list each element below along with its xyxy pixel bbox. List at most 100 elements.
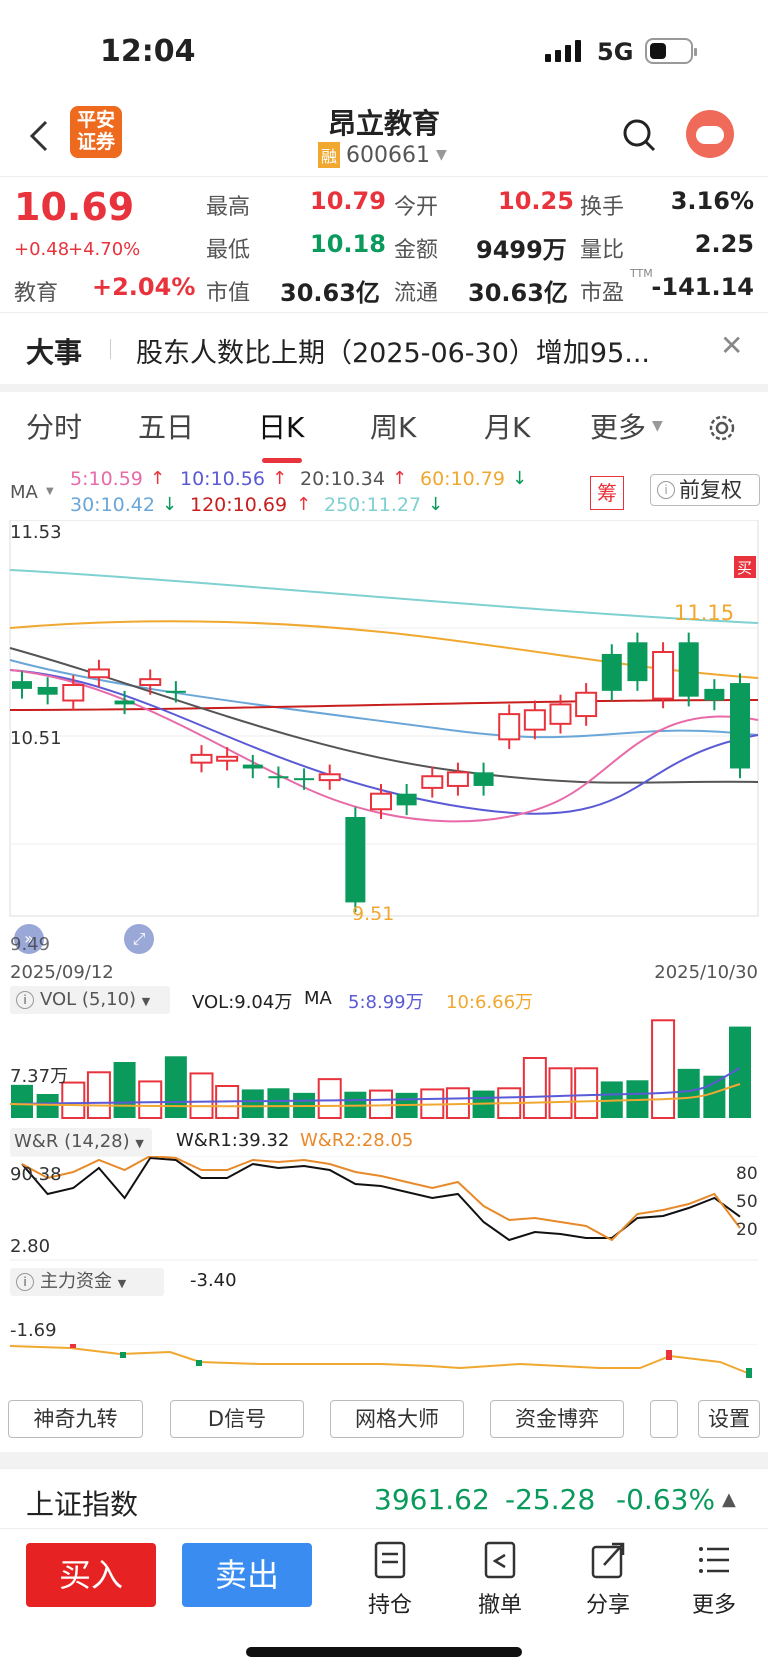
candle: [268, 776, 289, 779]
kline-chart[interactable]: 11.15 9.51 买: [0, 520, 768, 920]
y-axis-mid: 10.51: [10, 728, 62, 749]
more-func-button[interactable]: [650, 1400, 678, 1438]
open-value: 10.25: [498, 187, 574, 215]
float-label: 流通: [394, 281, 439, 306]
wr2-line: [21, 1156, 741, 1242]
candle: [678, 642, 699, 697]
y-axis-bottom: 9.49: [10, 934, 51, 955]
low-label: 最低: [206, 238, 251, 263]
volume-bar: [677, 1068, 700, 1118]
ma250-line: [9, 569, 759, 624]
sector-label: 教育: [14, 281, 59, 306]
wr-ref-50: 50: [736, 1192, 758, 1212]
fund-indicator-selector[interactable]: i 主力资金 ▼: [10, 1268, 164, 1296]
grid-master-button[interactable]: 网格大师: [330, 1400, 464, 1438]
tab-more[interactable]: 更多: [590, 406, 646, 446]
sell-button[interactable]: 卖出: [182, 1543, 312, 1607]
avatar[interactable]: [686, 110, 734, 158]
wr-indicator-selector[interactable]: W&R (14,28) ▼: [10, 1128, 152, 1156]
settings-button[interactable]: 设置: [698, 1400, 760, 1438]
tab-weekly-k[interactable]: 周K: [370, 406, 416, 446]
wr1-line: [21, 1156, 741, 1242]
adjust-button[interactable]: i 前复权: [650, 474, 760, 506]
search-icon[interactable]: [622, 118, 656, 152]
wr-y-top: 90.38: [10, 1164, 62, 1185]
ma-label: MA: [10, 482, 38, 503]
battery-icon: [645, 38, 697, 64]
cancel-order-button[interactable]: 撤单: [470, 1541, 530, 1619]
chevron-down-icon: ▼: [652, 418, 663, 434]
ma10-value: 10:10.56: [180, 468, 265, 490]
high-value: 10.79: [310, 187, 386, 215]
min-price-label: 9.51: [352, 903, 394, 920]
close-icon[interactable]: ✕: [720, 329, 743, 362]
d-signal-button[interactable]: D信号: [170, 1400, 304, 1438]
candle: [575, 691, 598, 718]
index-ticker[interactable]: 上证指数 3961.62 -25.28 -0.63% ▲: [0, 1468, 768, 1528]
news-tag: 大事: [26, 336, 83, 369]
vol-indicator-selector[interactable]: i VOL (5,10) ▼: [10, 986, 170, 1014]
menu-icon: [699, 1547, 729, 1573]
nine-turn-button[interactable]: 神奇九转: [8, 1400, 143, 1438]
chevron-up-icon[interactable]: ▲: [722, 1489, 736, 1510]
chart-area: MA ▼ 5:10.59 ↑ 10:10.56 ↑ 20:10.34 ↑ 60:…: [0, 464, 768, 1454]
candle: [62, 684, 85, 702]
open-label: 今开: [394, 195, 439, 220]
candle: [87, 668, 110, 679]
fullscreen-icon[interactable]: ⤢: [124, 924, 154, 954]
fund-game-button[interactable]: 资金博弈: [490, 1400, 624, 1438]
fund-bar: [70, 1344, 76, 1348]
stock-code-selector[interactable]: 融 600661 ▼: [318, 142, 447, 168]
price-change-pct: +4.70%: [68, 239, 141, 260]
buy-marker-label: 买: [737, 559, 752, 577]
candle: [165, 690, 186, 693]
news-text: 股东人数比上期（2025-06-30）增加95...: [136, 338, 651, 369]
buy-button[interactable]: 买入: [26, 1543, 156, 1607]
ma10-line: [9, 669, 759, 815]
arrow-up-icon: ↑: [150, 468, 166, 489]
divider: [0, 384, 768, 392]
tab-monthly-k[interactable]: 月K: [484, 406, 530, 446]
volume-bar: [36, 1094, 59, 1118]
mcap-value: 30.63亿: [280, 279, 380, 307]
ma250-value: 250:11.27: [324, 494, 422, 516]
active-tab-indicator: [262, 458, 302, 463]
settings-gear-icon[interactable]: [706, 412, 738, 444]
date-end: 2025/10/30: [654, 962, 758, 983]
chevron-down-icon: ▼: [117, 1277, 127, 1290]
candle: [523, 709, 546, 731]
candle: [139, 678, 162, 686]
candle: [242, 764, 263, 769]
home-indicator: [246, 1647, 522, 1657]
volume-chart: [9, 1019, 751, 1120]
candle: [216, 755, 239, 762]
mcap-label: 市值: [206, 281, 251, 306]
news-banner[interactable]: 大事 股东人数比上期（2025-06-30）增加95... ✕: [0, 312, 768, 384]
wr-ref-80: 80: [736, 1164, 758, 1184]
tab-daily-k[interactable]: 日K: [258, 406, 304, 446]
volume-bar: [241, 1089, 264, 1118]
chevron-down-icon: ▼: [436, 147, 447, 163]
fund-bar: [746, 1368, 752, 1378]
tab-intraday[interactable]: 分时: [26, 406, 82, 446]
share-icon: [591, 1542, 625, 1579]
candle: [549, 703, 572, 725]
document-icon: [374, 1541, 406, 1579]
amount-value: 9499万: [476, 236, 567, 264]
wr2-value: W&R2:28.05: [300, 1130, 414, 1151]
chip-button[interactable]: 筹: [590, 476, 624, 510]
more-button[interactable]: 更多: [684, 1541, 744, 1619]
ma120-value: 120:10.69: [190, 494, 288, 516]
float-value: 30.63亿: [468, 279, 568, 307]
bottom-toolbar: 买入 卖出 持仓 撤单 分享 更多: [0, 1528, 768, 1665]
date-start: 2025/09/12: [10, 962, 114, 983]
vol-value: VOL:9.04万: [192, 992, 293, 1013]
arrow-down-icon: ↓: [428, 494, 444, 515]
hold-button[interactable]: 持仓: [360, 1541, 420, 1619]
signal-icon: [545, 40, 585, 62]
fund-y-label: -1.69: [10, 1320, 57, 1341]
share-button[interactable]: 分享: [578, 1541, 638, 1619]
divider: [110, 339, 111, 359]
tab-five-day[interactable]: 五日: [138, 406, 194, 446]
pe-label: 市盈: [580, 281, 625, 306]
